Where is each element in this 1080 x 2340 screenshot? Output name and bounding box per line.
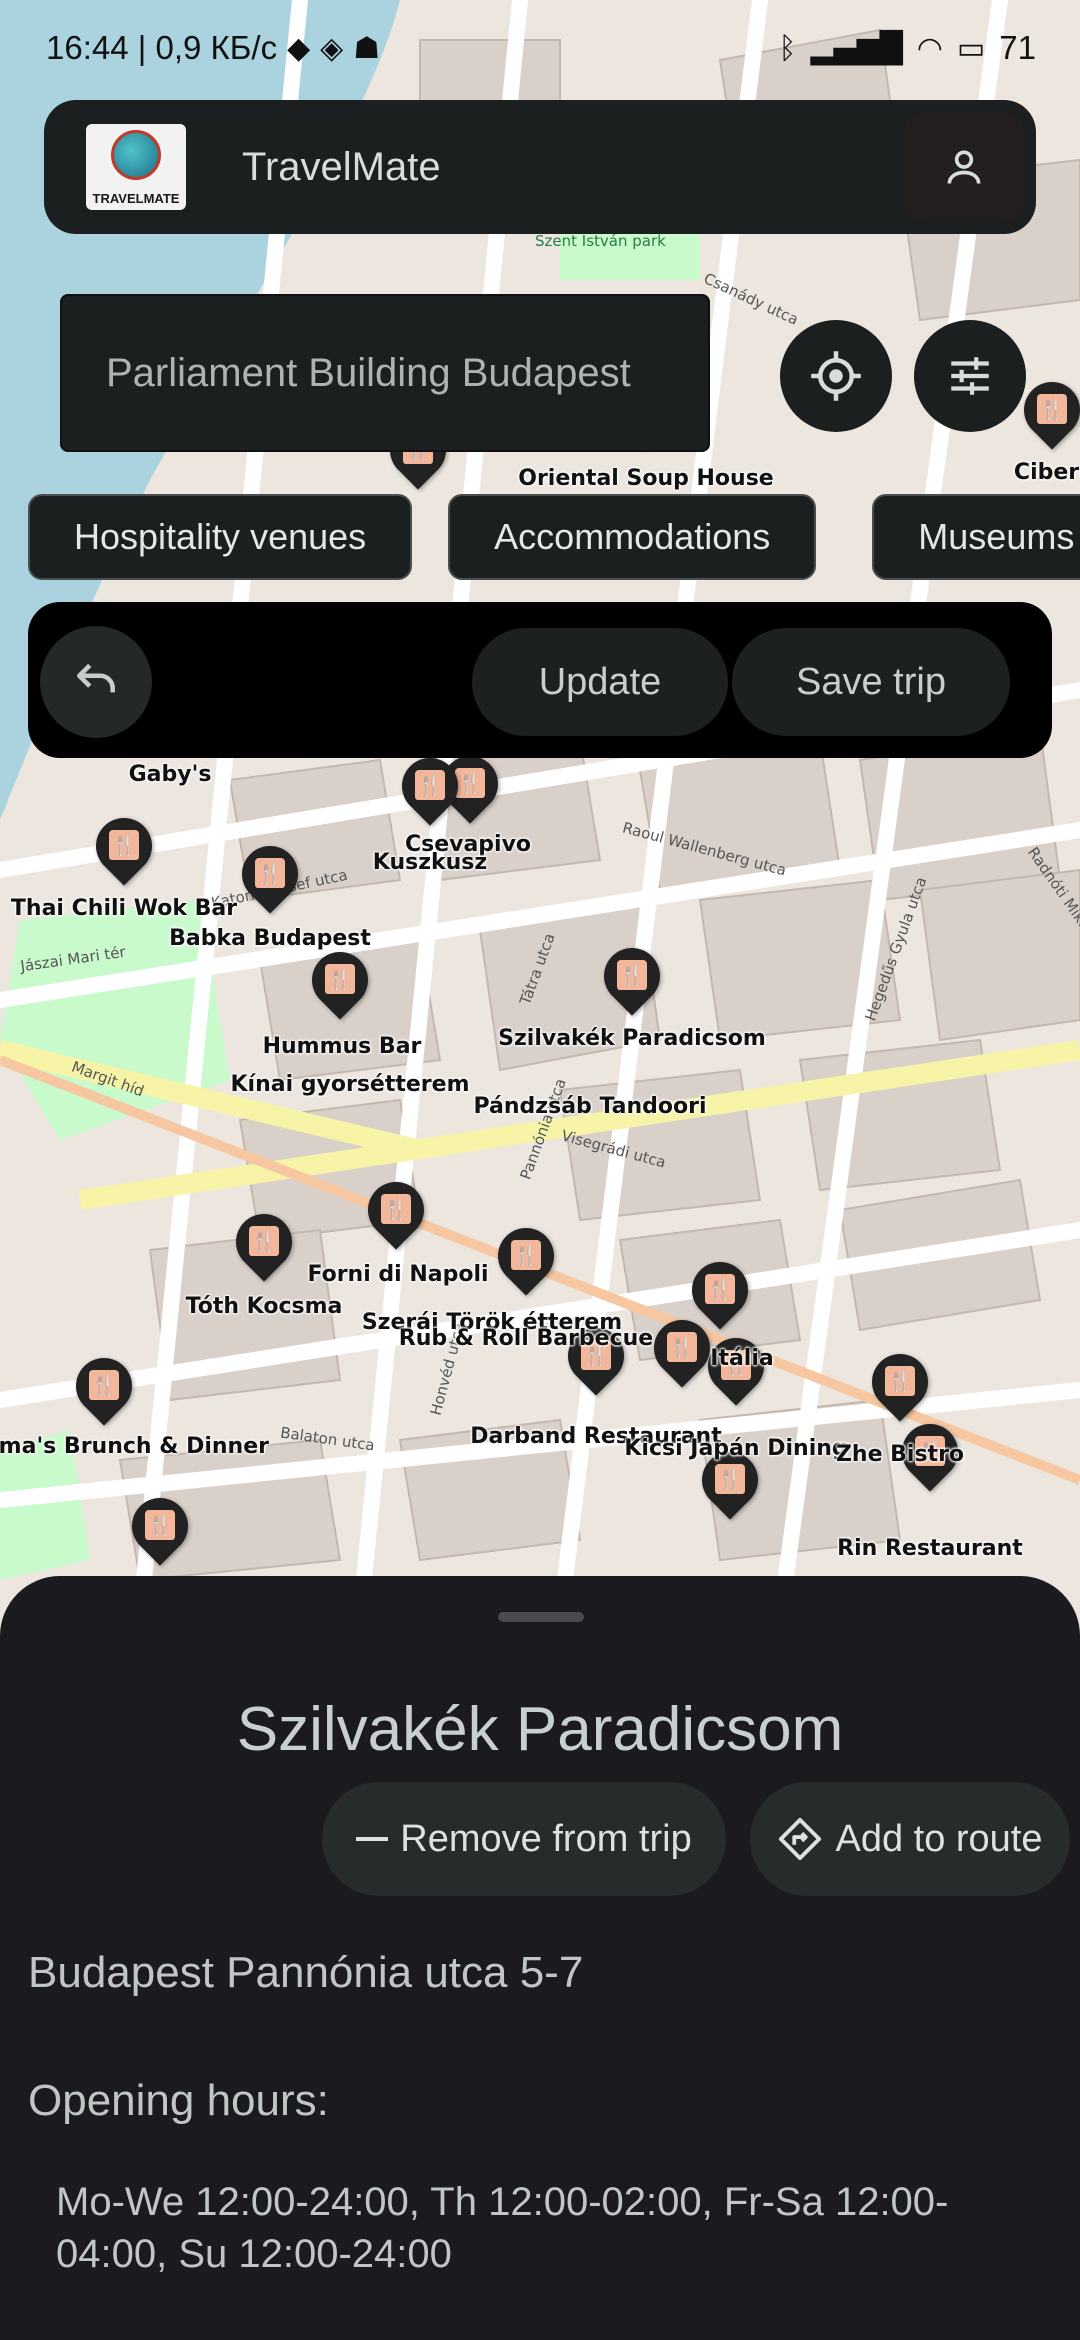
category-chips: Hospitality venues Accommodations Museum… (28, 494, 1080, 580)
place-label[interactable]: Gaby's (129, 762, 212, 787)
map-pin[interactable]: 🍴 (1012, 370, 1080, 460)
crosshair-icon (811, 351, 861, 401)
minus-icon (356, 1837, 389, 1841)
map-pin[interactable]: 🍴 (230, 834, 310, 924)
map-pin[interactable]: 🍴 (356, 1170, 436, 1260)
globe-icon (111, 130, 161, 180)
place-title: Szilvakék Paradicsom (236, 1695, 844, 1764)
place-label[interactable]: Pándzsáb Tandoori (474, 1094, 707, 1119)
place-label[interactable]: Zhe Bistro (836, 1442, 964, 1467)
map-pin[interactable]: 🍴 (860, 1342, 940, 1432)
opening-hours-text: Mo-We 12:00-24:00, Th 12:00-02:00, Fr-Sa… (56, 2180, 949, 2276)
my-location-button[interactable] (780, 320, 892, 432)
dropbox-icon: ◆ (287, 30, 311, 66)
map-pin[interactable]: 🍴 (690, 1440, 770, 1530)
place-label[interactable]: Tóth Kocsma (186, 1294, 343, 1319)
logo-text: TRAVELMATE (92, 191, 180, 206)
filter-button[interactable] (914, 320, 1026, 432)
place-label[interactable]: Kuszkusz (373, 850, 487, 875)
battery-icon: ▭ (956, 30, 986, 66)
add-to-route-label: Add to route (835, 1817, 1043, 1860)
map-pin[interactable]: 🍴 (300, 940, 380, 1030)
place-label[interactable]: Rub & Roll Barbecue (399, 1326, 653, 1351)
map-view[interactable]: Szent István park Katona József utca Rao… (0, 0, 1080, 1620)
drag-handle[interactable] (498, 1612, 584, 1622)
wifi-icon: ◠ (916, 30, 943, 66)
status-bar: 16:44 | 0,9 КБ/с ◆ ◈ ☗ ᛒ ▂▄▆█ ◠ ▭ 71 (0, 0, 1080, 96)
place-label[interactable]: Kínai gyorsétterem (230, 1072, 469, 1097)
place-label-selected[interactable]: Szilvakék Paradicsom (498, 1026, 766, 1051)
place-label[interactable]: Oriental Soup House (518, 466, 773, 491)
map-pin[interactable]: 🍴 (84, 806, 164, 896)
signal-icon: ▂▄▆█ (810, 30, 903, 66)
map-pin[interactable]: 🍴 (64, 1346, 144, 1436)
trip-action-bar: Update Save trip (28, 602, 1052, 758)
app-logo: TRAVELMATE (86, 124, 186, 210)
search-field[interactable] (60, 294, 710, 452)
app-title: TravelMate (242, 144, 441, 189)
place-label[interactable]: Babka Budapest (169, 926, 371, 951)
directions-icon (779, 1817, 822, 1861)
place-label[interactable]: Cibere (1014, 460, 1080, 485)
ghost-icon: ☗ (353, 30, 381, 66)
place-details-sheet[interactable]: Szilvakék Paradicsom Remove from trip Ad… (0, 1576, 1080, 2340)
person-icon (947, 150, 981, 184)
map-pin[interactable]: 🍴 (486, 1216, 566, 1306)
place-label[interactable]: Rin Restaurant (837, 1536, 1023, 1561)
map-pin-selected[interactable]: 🍴 (592, 936, 672, 1026)
save-trip-button[interactable]: Save trip (732, 628, 1010, 736)
map-pin[interactable]: 🍴 (642, 1308, 722, 1398)
place-label[interactable]: Forni di Napoli (307, 1262, 488, 1287)
tune-icon (951, 357, 989, 395)
chip-hospitality-venues[interactable]: Hospitality venues (28, 494, 413, 580)
map-pin[interactable]: 🍴 (224, 1202, 304, 1292)
chip-museums[interactable]: Museums (872, 494, 1080, 580)
layers-icon: ◈ (320, 30, 344, 66)
undo-icon (77, 663, 115, 693)
place-label[interactable]: Mamma's Brunch & Dinner (0, 1434, 269, 1459)
screen: Szent István park Katona József utca Rao… (0, 0, 1080, 2340)
search-input[interactable] (106, 350, 664, 396)
place-label[interactable]: Hummus Bar (263, 1034, 422, 1059)
battery-level: 71 (999, 29, 1036, 66)
street-label: Szent István park (535, 232, 666, 250)
place-label[interactable]: Kicsi Japán Dining (624, 1436, 847, 1461)
update-button[interactable]: Update (472, 628, 728, 736)
status-time: 16:44 | 0,9 КБ/с (46, 29, 278, 66)
undo-button[interactable] (40, 626, 152, 738)
map-pin[interactable]: 🍴 (120, 1486, 200, 1576)
map-pin[interactable]: 🍴 (390, 746, 470, 836)
place-address: Budapest Pannónia utca 5-7 (28, 1948, 584, 1997)
remove-from-trip-label: Remove from trip (400, 1817, 692, 1860)
profile-button[interactable] (904, 112, 1024, 222)
opening-hours-label: Opening hours: (28, 2076, 329, 2125)
remove-from-trip-button[interactable]: Remove from trip (322, 1782, 726, 1896)
chip-accommodations[interactable]: Accommodations (448, 494, 817, 580)
place-label[interactable]: Thai Chili Wok Bar (11, 896, 237, 921)
app-bar: TRAVELMATE TravelMate (44, 100, 1036, 234)
add-to-route-button[interactable]: Add to route (750, 1782, 1070, 1896)
place-label[interactable]: Itália (710, 1346, 773, 1371)
bluetooth-icon: ᛒ (778, 30, 797, 66)
